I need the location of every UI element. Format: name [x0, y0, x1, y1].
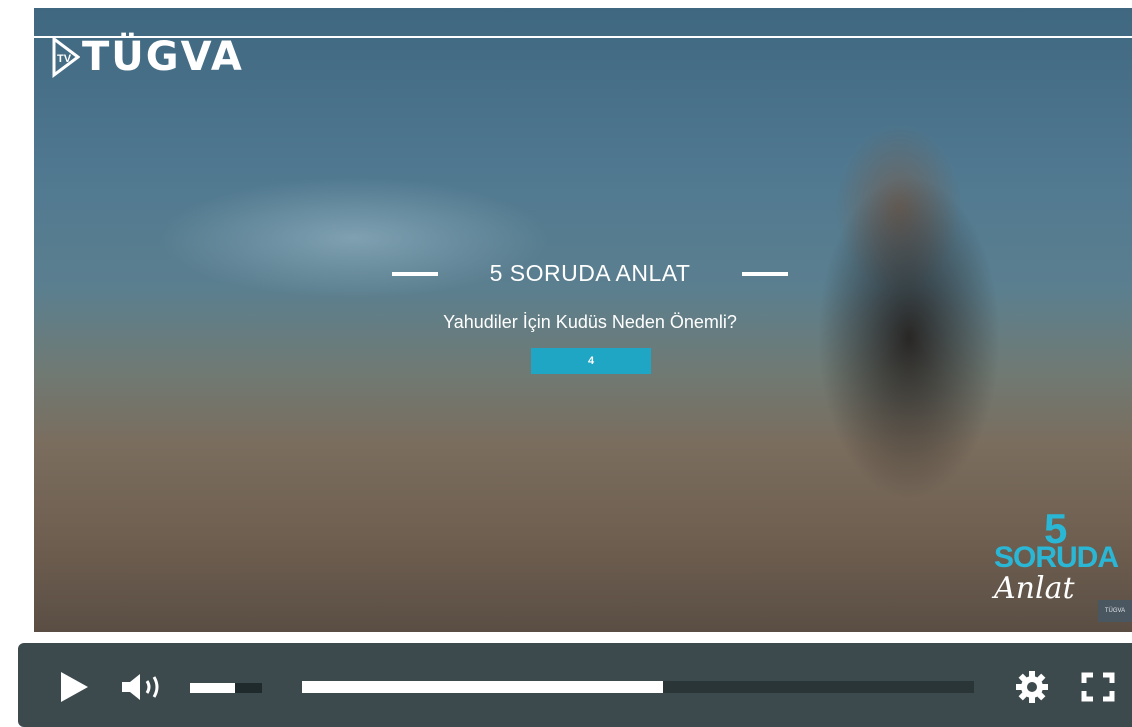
seek-bar[interactable] — [302, 681, 974, 693]
title-dash-left — [392, 271, 438, 276]
play-icon — [61, 672, 88, 702]
settings-button[interactable] — [1014, 669, 1050, 705]
volume-icon — [122, 674, 159, 700]
volume-level — [190, 683, 235, 693]
volume-slider[interactable] — [190, 683, 262, 693]
seek-progress — [302, 681, 663, 693]
fullscreen-button[interactable] — [1078, 669, 1118, 705]
tv-logo-icon: TV — [52, 35, 80, 79]
play-button[interactable] — [54, 667, 94, 707]
video-title-block: 5 SORUDA ANLAT — [392, 260, 788, 287]
logo-text: TÜGVA — [82, 34, 244, 80]
channel-logo: TV TÜGVA — [52, 34, 244, 80]
fullscreen-icon — [1081, 672, 1115, 702]
player-control-bar — [18, 643, 1132, 727]
volume-button[interactable] — [118, 669, 170, 705]
corner-brand-word1: SORUDA — [994, 541, 1119, 574]
logo-badge: TV — [57, 53, 72, 65]
gear-icon — [1016, 671, 1048, 703]
title-dash-right — [742, 271, 788, 276]
video-subtitle: Yahudiler İçin Kudüs Neden Önemli? — [443, 312, 737, 332]
question-number-badge: 4 — [531, 348, 651, 374]
video-title: 5 SORUDA ANLAT — [489, 260, 691, 286]
corner-brand-tag: TÜGVA — [1098, 600, 1132, 622]
corner-brand-logo: 5 SORUDA Anlat TÜGVA — [992, 505, 1132, 625]
corner-brand-word2: Anlat — [994, 571, 1075, 606]
